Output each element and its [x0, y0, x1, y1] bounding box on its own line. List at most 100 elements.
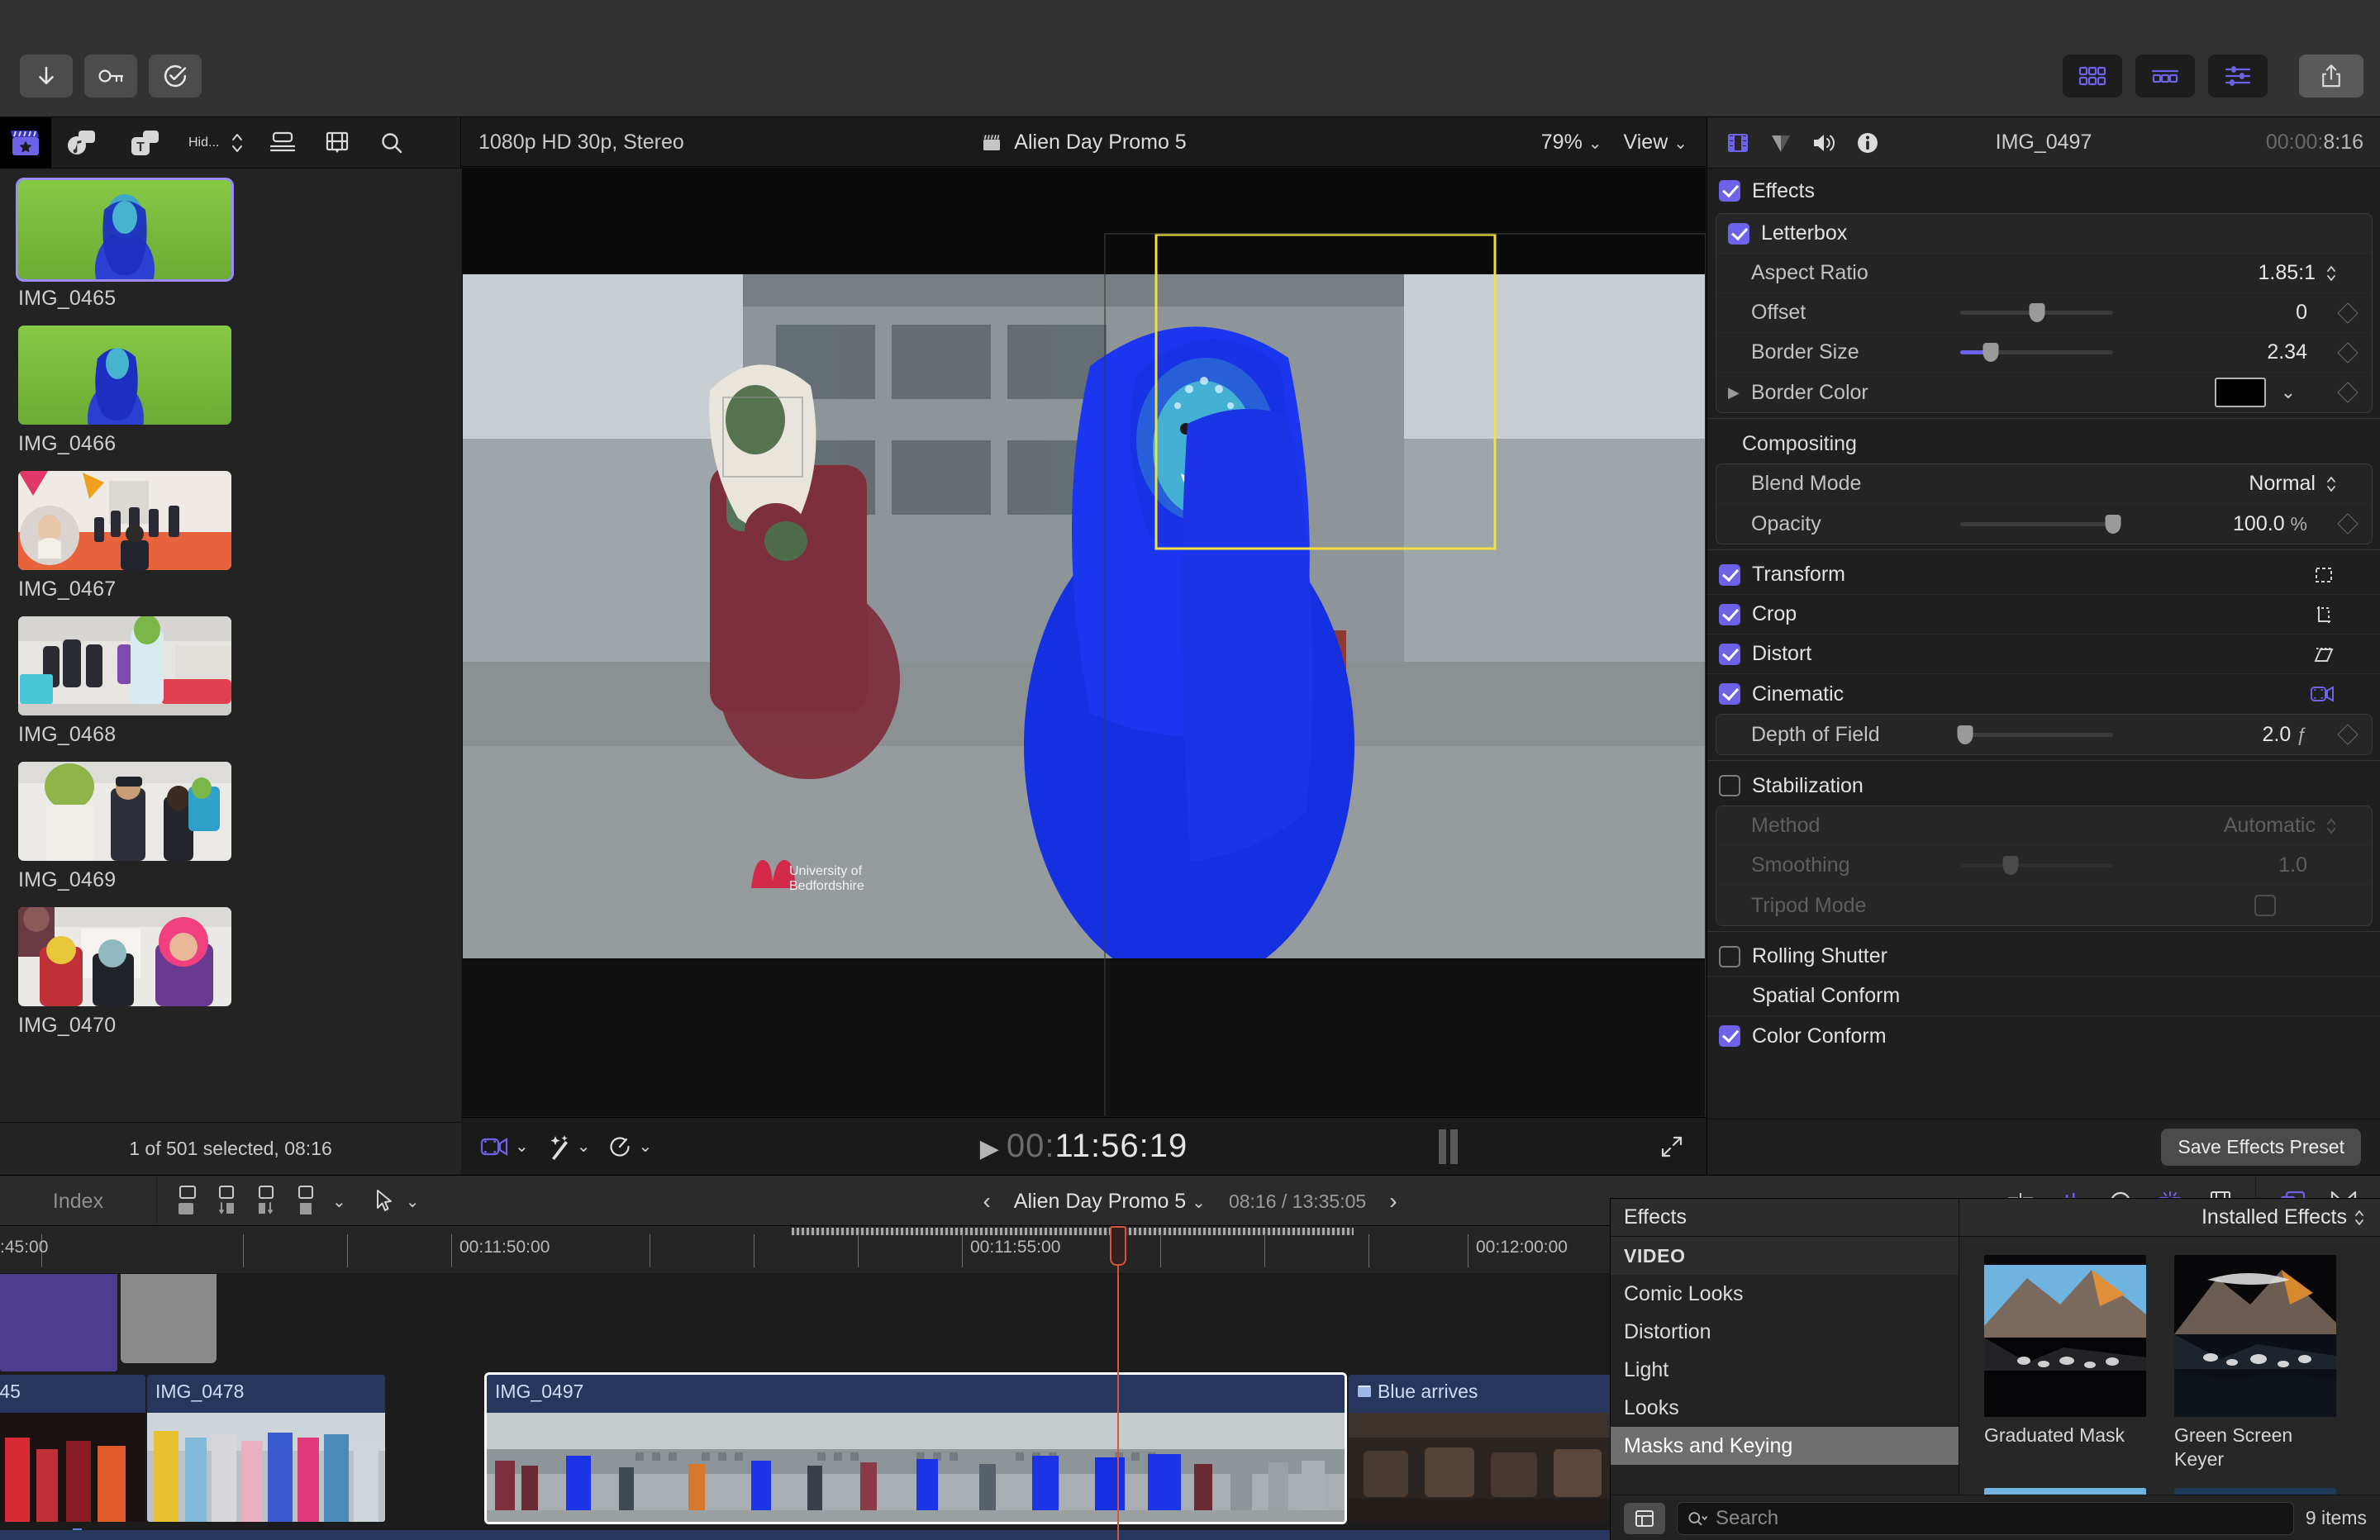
edit-tools-caret[interactable]: ⌄	[332, 1191, 346, 1212]
browser-clip-item[interactable]: IMG_0468	[18, 616, 461, 747]
effects-category-list[interactable]: VIDEO Comic Looks Distortion Light Looks…	[1611, 1237, 1959, 1495]
fullscreen-icon[interactable]	[1659, 1134, 1684, 1159]
timeline-clip[interactable]: P1012645	[0, 1375, 145, 1522]
timeline-pane[interactable]: :45:00 00:11:50:00 00:11:55:00 00:12:00:…	[0, 1226, 1610, 1540]
browser-filter-label[interactable]: Hid...	[188, 117, 219, 169]
effect-thumbnail[interactable]	[1984, 1255, 2146, 1417]
list-view-icon[interactable]	[255, 117, 310, 169]
select-tool-icon[interactable]	[374, 1189, 393, 1214]
timeline-clip[interactable]: IMG_0478	[147, 1375, 385, 1522]
distort-icon[interactable]	[2313, 644, 2335, 665]
distort-checkbox[interactable]	[1719, 643, 1740, 665]
cinematic-camera-icon[interactable]	[2310, 683, 2335, 705]
transform-row[interactable]: Transform	[1707, 555, 2380, 595]
viewer-timecode[interactable]: ▶ 00:11:56:19	[462, 1128, 1706, 1165]
cinematic-row[interactable]: Cinematic	[1707, 674, 2380, 714]
depth-of-field-slider[interactable]	[1957, 725, 2113, 744]
timeline-playhead[interactable]	[1110, 1226, 1126, 1540]
clip-thumbnail[interactable]	[18, 326, 231, 425]
browser-grid-icon[interactable]	[2063, 55, 2122, 97]
search-input[interactable]	[1716, 1506, 2283, 1530]
border-color-caret-icon[interactable]: ⌄	[2281, 382, 2296, 403]
browser-clip-item[interactable]: IMG_0469	[18, 762, 461, 892]
connect-clip-icon[interactable]	[174, 1185, 200, 1218]
border-color-swatch[interactable]	[2215, 378, 2266, 407]
insert-clip-icon[interactable]	[213, 1185, 240, 1218]
border-color-keyframe-icon[interactable]	[2337, 382, 2359, 403]
border-color-row[interactable]: ▶ Border Color ⌄	[1716, 373, 2372, 412]
aspect-ratio-stepper-icon[interactable]	[2325, 264, 2337, 283]
effects-search-field[interactable]	[1677, 1501, 2294, 1535]
index-button[interactable]: Index	[0, 1176, 157, 1227]
inspector-sliders-icon[interactable]	[2208, 55, 2268, 97]
save-effects-preset-button[interactable]: Save Effects Preset	[2161, 1129, 2361, 1166]
browser-clip-item[interactable]: IMG_0466	[18, 326, 461, 456]
spatial-conform-row[interactable]: Spatial Conform	[1707, 977, 2380, 1016]
opacity-row[interactable]: Opacity 100.0 %	[1716, 504, 2372, 544]
effect-thumbnail[interactable]	[2174, 1255, 2336, 1417]
blend-mode-stepper-icon[interactable]	[2325, 475, 2337, 493]
film-strip-icon[interactable]	[1726, 131, 1750, 155]
effects-category-item[interactable]: Distortion	[1611, 1313, 1959, 1351]
download-icon[interactable]	[20, 55, 73, 97]
clip-thumbnail[interactable]	[18, 180, 231, 279]
browser-clip-list[interactable]: IMG_0465 IMG_0466 IMG_0467 IMG_0468 IMG_…	[0, 169, 461, 1122]
transform-checkbox[interactable]	[1719, 563, 1740, 586]
browser-clip-item[interactable]: IMG_0470	[18, 907, 461, 1038]
effects-category-item[interactable]: Masks and Keying	[1611, 1427, 1959, 1465]
installed-effects-stepper-icon[interactable]	[2354, 1209, 2365, 1227]
timeline-gap-clip[interactable]	[121, 1274, 217, 1363]
timeline-audio-lane[interactable]: 3	[0, 1530, 1610, 1540]
sidebar-toggle-icon[interactable]	[1624, 1502, 1665, 1534]
effects-checkbox[interactable]	[1719, 180, 1740, 202]
effects-category-item[interactable]: Looks	[1611, 1389, 1959, 1427]
view-menu[interactable]: View ⌄	[1624, 131, 1687, 154]
append-clip-icon[interactable]	[253, 1185, 279, 1218]
info-circle-icon[interactable]	[1856, 131, 1879, 154]
aspect-ratio-value[interactable]: 1.85:1	[2258, 261, 2316, 285]
search-icon[interactable]	[364, 117, 419, 169]
timeline-icon[interactable]	[2135, 55, 2195, 97]
aspect-ratio-row[interactable]: Aspect Ratio 1.85:1	[1716, 254, 2372, 293]
playhead-handle[interactable]	[1110, 1226, 1126, 1266]
depth-of-field-row[interactable]: Depth of Field 2.0 ƒ	[1716, 715, 2372, 754]
transform-icon[interactable]	[2313, 564, 2335, 586]
opacity-slider[interactable]	[1960, 514, 2121, 534]
previous-project-button[interactable]: ‹	[983, 1188, 990, 1214]
timeline-ruler[interactable]: :45:00 00:11:50:00 00:11:55:00 00:12:00:…	[0, 1226, 1610, 1274]
titles-and-generators-icon[interactable]: T	[114, 117, 177, 169]
browser-clip-item[interactable]: IMG_0467	[18, 471, 461, 601]
filter-stepper-icon[interactable]	[219, 117, 255, 169]
clip-thumbnail[interactable]	[18, 616, 231, 715]
effect-item[interactable]: Green Screen Keyer	[2174, 1255, 2336, 1471]
clip-thumbnail[interactable]	[18, 471, 231, 570]
effect-item[interactable]: Graduated Mask	[1984, 1255, 2146, 1471]
timeline-lanes[interactable]: P1012645 IMG_0478 IMG_0497	[0, 1226, 1610, 1540]
effect-thumbnail[interactable]	[2174, 1487, 2336, 1495]
inspector-body[interactable]: Effects Letterbox Aspect Ratio 1.85:1 Of…	[1707, 169, 2380, 1119]
timeline-title-clip[interactable]	[0, 1274, 117, 1371]
crop-row[interactable]: Crop	[1707, 595, 2380, 635]
border-size-slider[interactable]	[1960, 343, 2113, 362]
distort-row[interactable]: Distort	[1707, 635, 2380, 674]
effect-thumbnail[interactable]	[1984, 1487, 2146, 1495]
color-conform-checkbox[interactable]	[1719, 1025, 1740, 1047]
clip-thumbnail[interactable]	[18, 762, 231, 861]
effects-row[interactable]: Effects	[1707, 169, 2380, 213]
depth-of-field-value[interactable]: 2.0 ƒ	[2183, 723, 2307, 747]
offset-row[interactable]: Offset 0	[1716, 293, 2372, 333]
next-project-button[interactable]: ›	[1389, 1188, 1397, 1214]
crop-icon[interactable]	[2313, 604, 2335, 625]
share-icon[interactable]	[2299, 55, 2363, 97]
effects-category-item[interactable]: Light	[1611, 1351, 1959, 1389]
browser-clip-item[interactable]: IMG_0465	[18, 180, 461, 311]
border-size-keyframe-icon[interactable]	[2337, 341, 2359, 364]
select-tool-caret[interactable]: ⌄	[406, 1191, 420, 1212]
timeline-scroll-thumb[interactable]	[792, 1228, 1354, 1235]
filmstrip-view-icon[interactable]	[310, 117, 364, 169]
opacity-value[interactable]: 100.0 %	[2183, 512, 2307, 536]
color-conform-row[interactable]: Color Conform	[1707, 1016, 2380, 1056]
timeline-clip[interactable]: Blue arrives	[1349, 1375, 1610, 1522]
installed-effects-selector[interactable]: Installed Effects	[1959, 1199, 2380, 1236]
zoom-level[interactable]: 79% ⌄	[1541, 131, 1602, 154]
